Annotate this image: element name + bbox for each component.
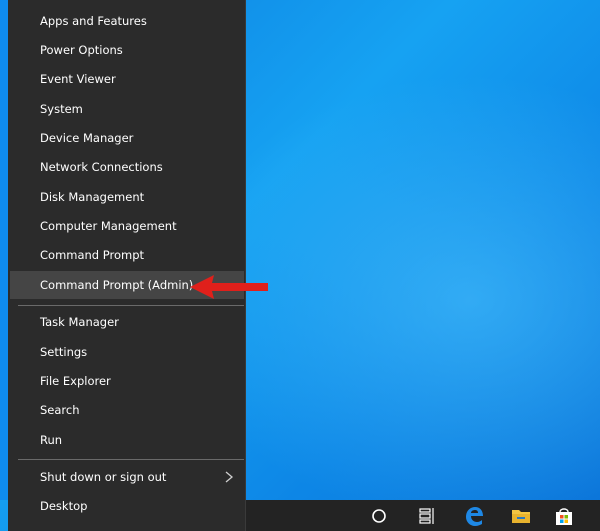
menu-item-settings[interactable]: Settings xyxy=(10,338,244,366)
menu-item-device-manager[interactable]: Device Manager xyxy=(10,124,244,152)
menu-item-network-connections[interactable]: Network Connections xyxy=(10,153,244,181)
chevron-right-icon xyxy=(225,471,234,483)
menu-item-disk-management[interactable]: Disk Management xyxy=(10,183,244,211)
menu-separator xyxy=(18,305,244,306)
menu-item-desktop[interactable]: Desktop xyxy=(10,492,244,520)
edge-icon[interactable] xyxy=(456,500,492,531)
cortana-circle-icon[interactable] xyxy=(361,500,397,531)
red-arrow-annotation xyxy=(190,275,268,299)
desktop-edge xyxy=(0,0,8,500)
menu-item-power-options[interactable]: Power Options xyxy=(10,36,244,64)
menu-item-task-manager[interactable]: Task Manager xyxy=(10,308,244,336)
menu-item-command-prompt[interactable]: Command Prompt xyxy=(10,241,244,269)
menu-item-search[interactable]: Search xyxy=(10,396,244,424)
taskbar xyxy=(246,500,600,531)
menu-item-label: Shut down or sign out xyxy=(40,470,167,484)
menu-item-apps-and-features[interactable]: Apps and Features xyxy=(10,7,244,35)
store-icon[interactable] xyxy=(546,500,582,531)
menu-item-system[interactable]: System xyxy=(10,95,244,123)
menu-item-shut-down-or-sign-out[interactable]: Shut down or sign out xyxy=(10,463,244,491)
task-view-icon[interactable] xyxy=(408,500,444,531)
menu-item-event-viewer[interactable]: Event Viewer xyxy=(10,65,244,93)
file-explorer-icon[interactable] xyxy=(503,500,539,531)
winx-power-user-menu: Apps and Features Power Options Event Vi… xyxy=(8,0,246,531)
menu-item-computer-management[interactable]: Computer Management xyxy=(10,212,244,240)
menu-item-file-explorer[interactable]: File Explorer xyxy=(10,367,244,395)
menu-item-run[interactable]: Run xyxy=(10,426,244,454)
menu-separator xyxy=(18,459,244,460)
